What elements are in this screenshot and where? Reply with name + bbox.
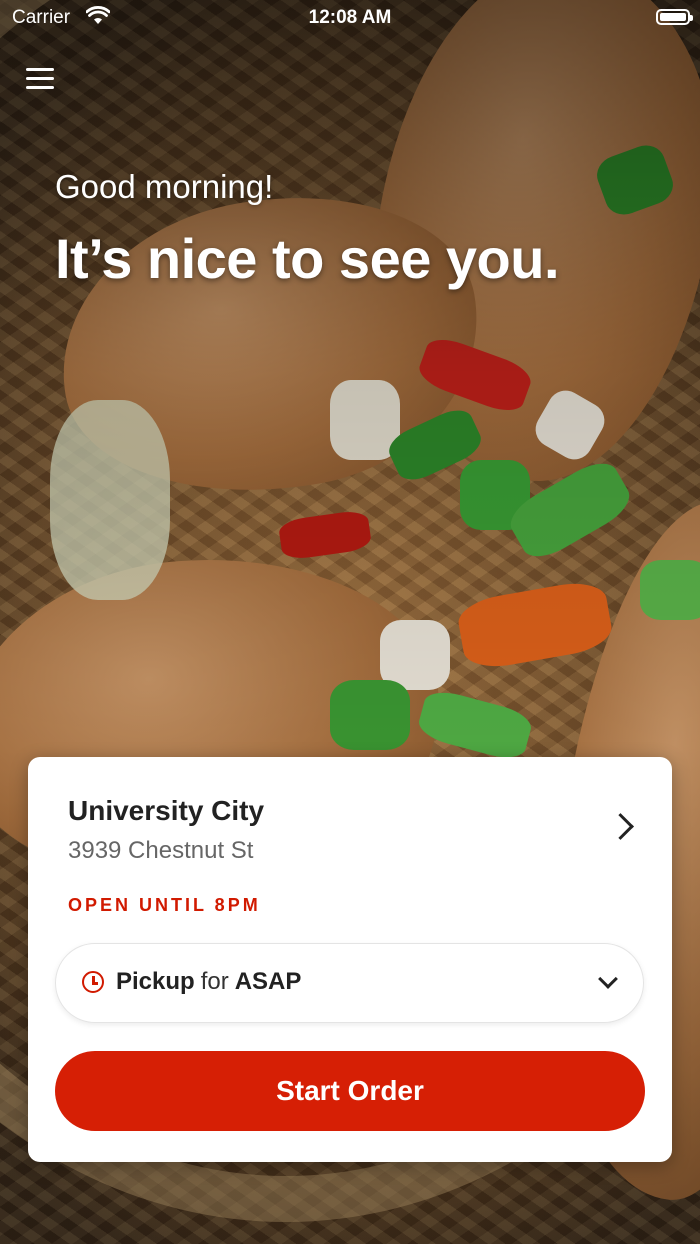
order-card: University City 3939 Chestnut St OPEN UN…	[28, 757, 672, 1162]
start-order-button[interactable]: Start Order	[55, 1051, 645, 1131]
chevron-down-icon	[598, 969, 618, 989]
clock-icon	[82, 971, 104, 993]
welcome-headline: It’s nice to see you.	[55, 227, 560, 290]
location-name: University City	[68, 795, 265, 826]
location-selector[interactable]: University City 3939 Chestnut St	[28, 757, 672, 887]
chevron-right-icon	[607, 813, 634, 840]
status-time: 12:08 AM	[308, 7, 392, 28]
location-address: 3939 Chestnut St	[68, 837, 254, 864]
battery-icon	[656, 9, 693, 25]
hamburger-menu-icon[interactable]	[26, 66, 56, 92]
greeting-text: Good morning!	[55, 168, 274, 205]
status-bar: Carrier 12:08 AM	[0, 0, 700, 36]
order-mode-dropdown[interactable]: Pickup for ASAP	[55, 943, 644, 1023]
order-mode-label: Pickup for ASAP	[116, 968, 301, 996]
order-mode-connector: for	[200, 968, 229, 995]
hours-status: OPEN UNTIL 8PM	[68, 895, 261, 915]
order-mode-time: ASAP	[234, 968, 302, 995]
order-mode-type: Pickup	[116, 968, 195, 995]
